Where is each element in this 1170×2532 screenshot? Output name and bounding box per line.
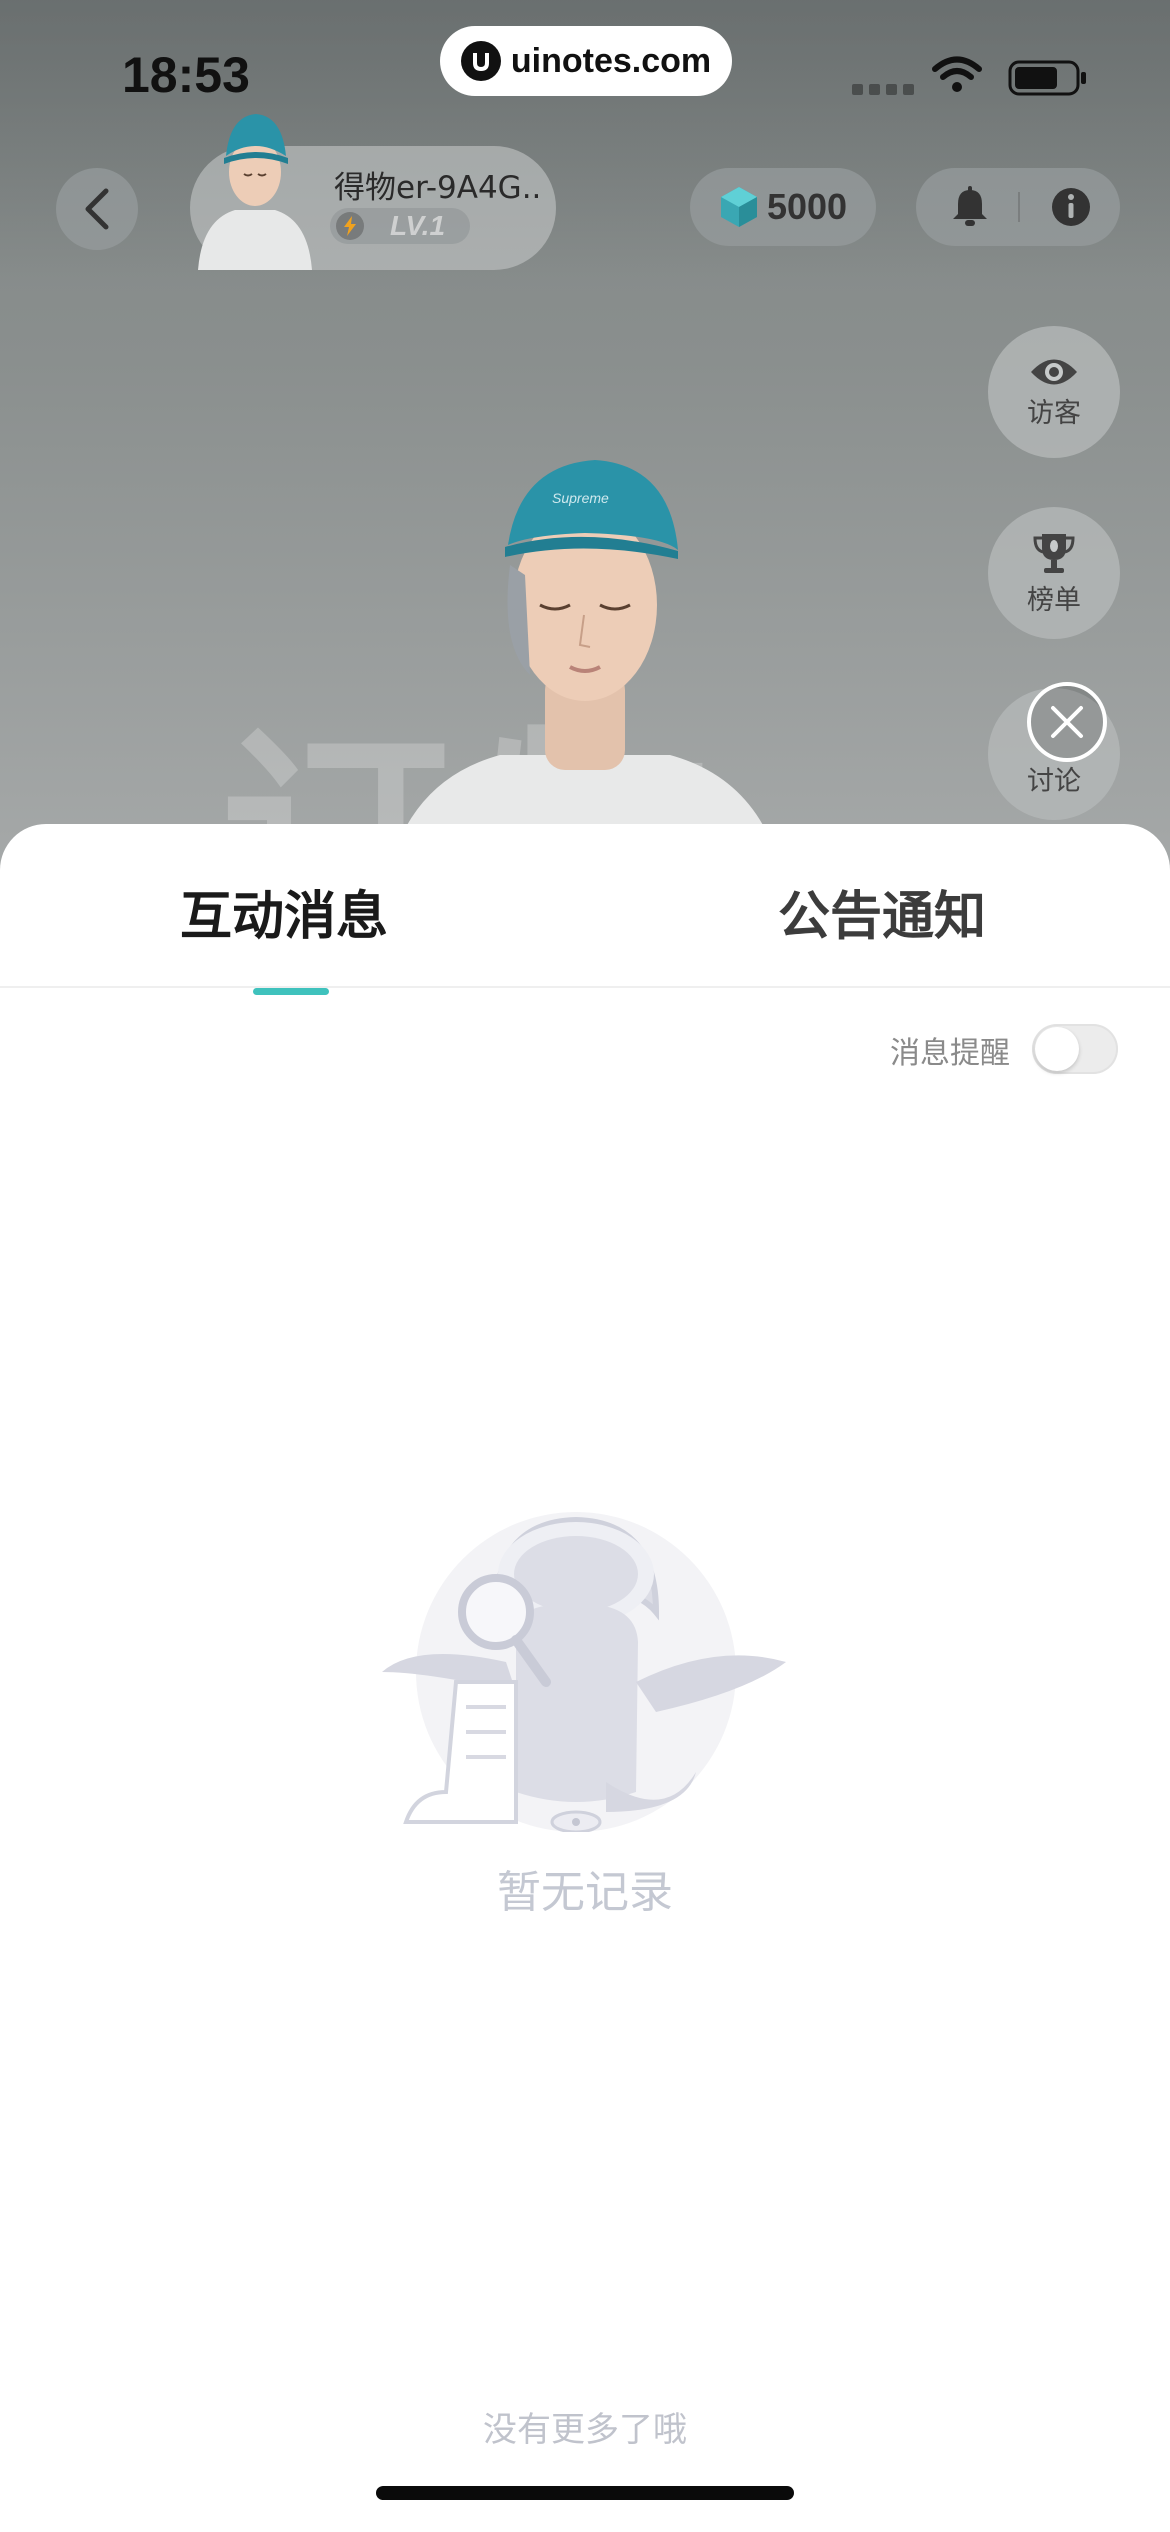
level-text: LV.1 xyxy=(390,210,446,241)
close-sheet-button[interactable] xyxy=(1027,682,1107,762)
level-badge: LV.1 xyxy=(330,208,470,244)
chevron-left-icon xyxy=(85,188,109,230)
avatar xyxy=(198,114,312,270)
svg-text:Supreme: Supreme xyxy=(552,490,609,506)
battery-icon xyxy=(1008,60,1086,96)
message-sheet: 互动消息 公告通知 消息提醒 暂无记录 没有更多了哦 xyxy=(0,824,1170,2532)
wifi-icon xyxy=(932,56,982,92)
visitors-button[interactable]: 访客 xyxy=(988,326,1120,458)
coin-amount: 5000 xyxy=(766,186,848,227)
info-icon[interactable] xyxy=(1050,186,1092,228)
tab-interactive-messages[interactable]: 互动消息 xyxy=(180,874,388,949)
no-more-text: 没有更多了哦 xyxy=(483,2410,687,2450)
header-actions xyxy=(916,168,1120,246)
close-icon xyxy=(1051,706,1083,738)
trophy-icon xyxy=(1033,533,1075,573)
eye-icon xyxy=(1031,359,1077,384)
ranking-label: 榜单 xyxy=(1027,584,1081,616)
empty-state-illustration xyxy=(382,1512,786,1832)
uinotes-logo-icon xyxy=(460,41,501,81)
bell-icon[interactable] xyxy=(950,186,990,228)
toggle-knob xyxy=(1035,1027,1079,1071)
url-pill[interactable]: uinotes.com xyxy=(440,26,732,96)
tab-announcements[interactable]: 公告通知 xyxy=(778,874,986,949)
discussion-label: 讨论 xyxy=(1027,765,1081,797)
back-button[interactable] xyxy=(56,168,138,250)
ranking-button[interactable]: 榜单 xyxy=(988,507,1120,639)
gem-cube-icon xyxy=(720,187,757,227)
visitors-label: 访客 xyxy=(1027,397,1081,429)
profile-name: 得物er-9A4G.. xyxy=(334,170,542,206)
cellular-signal-icon xyxy=(852,84,914,95)
profile-chip[interactable]: 得物er-9A4G.. LV.1 xyxy=(190,114,556,270)
notification-toggle[interactable] xyxy=(1032,1024,1118,1074)
lightning-icon xyxy=(336,212,364,240)
tab-divider xyxy=(0,986,1170,988)
empty-state-text: 暂无记录 xyxy=(497,1867,673,1918)
coin-balance[interactable]: 5000 xyxy=(690,168,876,246)
active-tab-indicator xyxy=(253,988,329,995)
notification-toggle-label: 消息提醒 xyxy=(890,1036,1010,1071)
home-indicator[interactable] xyxy=(376,2486,794,2500)
url-text: uinotes.com xyxy=(510,41,712,80)
screen: 订物 Supreme 18:53 uinotes.com xyxy=(0,0,1170,2532)
